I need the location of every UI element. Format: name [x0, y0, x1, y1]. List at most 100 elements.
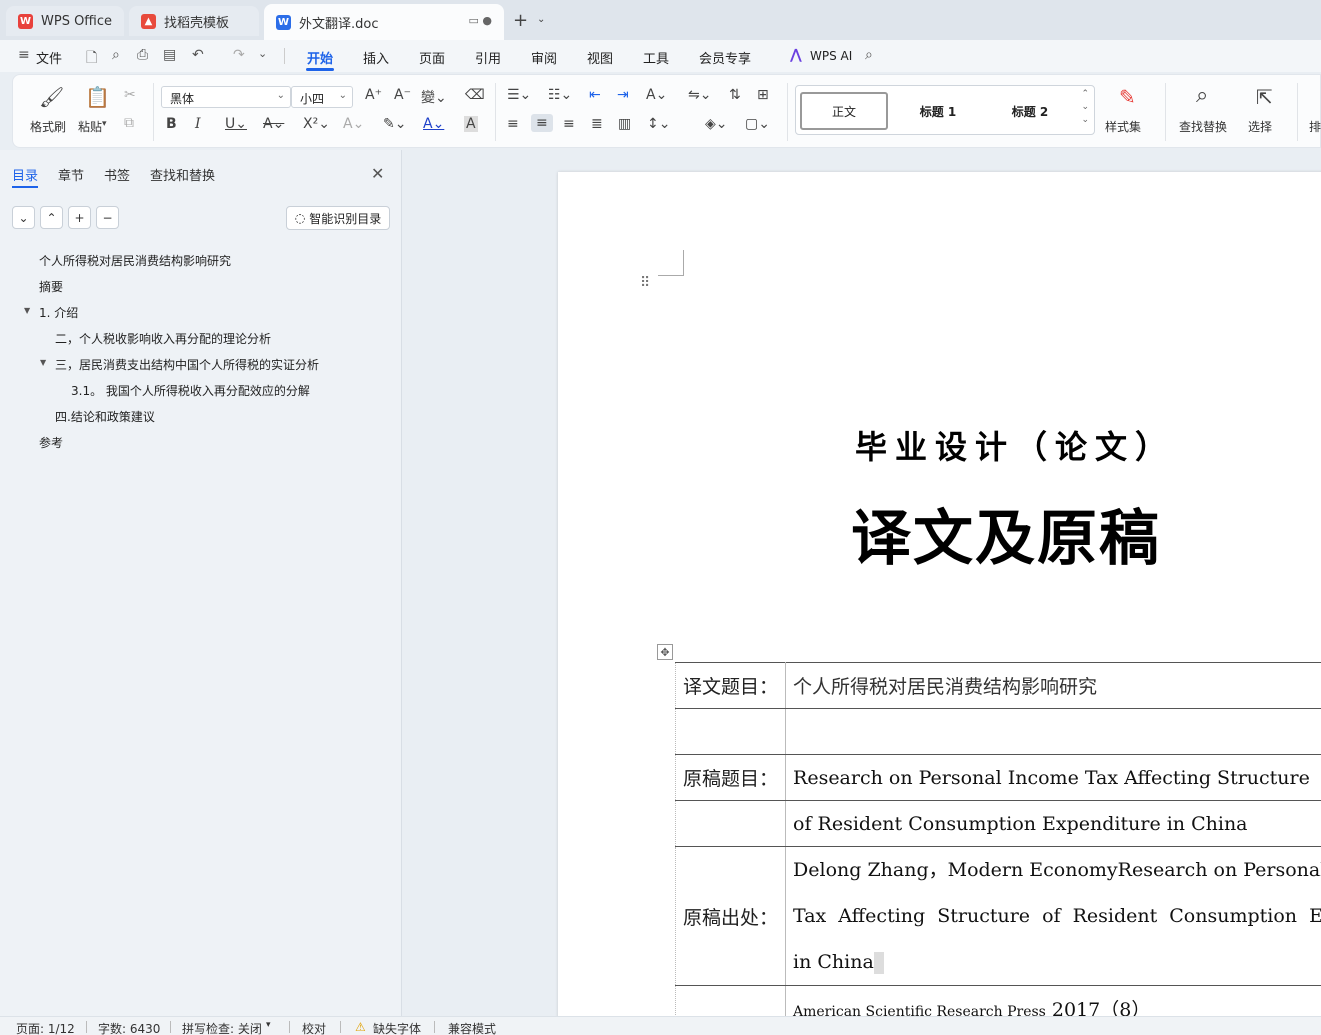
sort-icon[interactable]: ⇅: [729, 87, 741, 103]
format-painter-button[interactable]: 格式刷: [30, 118, 66, 135]
show-marks-icon[interactable]: ⊞: [757, 87, 769, 103]
menu-review[interactable]: 审阅: [531, 48, 557, 67]
font-color-icon[interactable]: A⌄: [423, 116, 444, 132]
chevron-down-icon[interactable]: ▾: [266, 1020, 271, 1030]
gallery-scroll-icon[interactable]: ⌃ ⌄ ⌄: [1081, 88, 1089, 127]
document-page[interactable]: ⠿ 毕业设计（论文） 译文及原稿 ✥ 译文题目： 个人所得税对居民消费结构影响研…: [558, 172, 1321, 1016]
numbered-list-icon[interactable]: ☷⌄: [548, 87, 572, 103]
line-wrap-icon[interactable]: ⇋⌄: [688, 87, 711, 103]
toc-item[interactable]: 二，个人税收影响收入再分配的理论分析: [55, 330, 271, 347]
align-left-icon[interactable]: ≡: [507, 116, 519, 132]
menu-membership[interactable]: 会员专享: [699, 48, 751, 67]
bullet-list-icon[interactable]: ☰⌄: [507, 87, 531, 103]
close-icon[interactable]: ✕: [371, 164, 384, 183]
italic-icon[interactable]: I: [195, 116, 201, 132]
missing-font-button[interactable]: 缺失字体: [373, 1020, 421, 1035]
menu-reference[interactable]: 引用: [475, 48, 501, 67]
chevron-down-icon[interactable]: ⌄: [258, 47, 267, 60]
style-set-button[interactable]: 样式集: [1105, 118, 1141, 135]
chevron-down-icon[interactable]: ▾: [102, 119, 107, 129]
font-name-select[interactable]: 黑体 ⌄: [161, 86, 291, 108]
table-value-cell[interactable]: of Resident Consumption Expenditure in C…: [785, 800, 1321, 847]
paste-button[interactable]: 粘贴: [78, 118, 102, 135]
menu-insert[interactable]: 插入: [363, 48, 389, 67]
decrease-indent-icon[interactable]: ⇤: [589, 87, 601, 103]
word-count[interactable]: 字数: 6430: [98, 1020, 160, 1035]
shading-icon[interactable]: ◈⌄: [705, 116, 728, 132]
page-indicator[interactable]: 页面: 1/12: [16, 1020, 75, 1035]
toc-item[interactable]: ▼ 1. 介绍: [24, 304, 78, 321]
collapse-all-button[interactable]: ⌃: [40, 206, 63, 229]
table-label-cell[interactable]: [674, 985, 787, 1016]
toc-item[interactable]: 摘要: [39, 278, 63, 295]
table-label-cell[interactable]: 原稿出处：: [674, 846, 787, 986]
document-canvas[interactable]: ⠿ 毕业设计（论文） 译文及原稿 ✥ 译文题目： 个人所得税对居民消费结构影响研…: [403, 150, 1321, 1016]
table-label-cell[interactable]: [674, 708, 787, 755]
align-center-icon[interactable]: ≡: [531, 114, 553, 132]
font-size-select[interactable]: 小四 ⌄: [291, 86, 353, 108]
tab-template[interactable]: ▲ 找稻壳模板: [129, 6, 259, 36]
toc-item[interactable]: 参考: [39, 434, 63, 451]
table-label-cell[interactable]: [674, 800, 787, 847]
tab-wps-office[interactable]: W WPS Office: [6, 6, 124, 36]
align-right-icon[interactable]: ≡: [563, 116, 575, 132]
underline-icon[interactable]: U⌄: [225, 116, 247, 132]
style-heading-1[interactable]: 标题 1: [894, 92, 982, 130]
proofread-button[interactable]: 校对: [302, 1020, 326, 1035]
cut-icon[interactable]: ✂: [124, 87, 136, 103]
menu-wps-ai[interactable]: WPS AI: [810, 49, 852, 63]
add-heading-button[interactable]: +: [68, 206, 91, 229]
find-replace-button[interactable]: 查找替换: [1179, 118, 1227, 135]
expand-triangle-icon[interactable]: ▼: [24, 306, 30, 315]
spell-check-toggle[interactable]: 拼写检查: 关闭: [182, 1020, 262, 1035]
toc-item[interactable]: ▼ 三，居民消费支出结构中国个人所得税的实证分析: [40, 356, 319, 373]
chevron-down-icon[interactable]: ⌄: [537, 14, 545, 25]
nav-tab-bookmark[interactable]: 书签: [104, 165, 130, 184]
distribute-icon[interactable]: ▥: [618, 116, 631, 132]
justify-icon[interactable]: ≣: [591, 116, 603, 132]
print-icon[interactable]: ⎙: [137, 47, 148, 63]
toc-item[interactable]: 个人所得税对居民消费结构影响研究: [39, 252, 231, 269]
nav-tab-find-replace[interactable]: 查找和替换: [150, 165, 215, 184]
table-value-cell[interactable]: American Scientific Research Press 2017（…: [785, 985, 1321, 1016]
undo-icon[interactable]: ↶: [192, 47, 204, 63]
line-spacing-icon[interactable]: ↕⌄: [647, 116, 670, 132]
wps-ai-icon[interactable]: ⋀: [790, 47, 802, 63]
style-normal[interactable]: 正文: [800, 92, 888, 130]
tab-document[interactable]: W 外文翻译.doc ▭ ●: [264, 4, 504, 40]
nav-tab-toc[interactable]: 目录: [12, 165, 38, 184]
table-value-cell[interactable]: Delong Zhang，Modern EconomyResearch on P…: [785, 846, 1321, 986]
table-value-cell[interactable]: [785, 708, 1321, 755]
clear-format-icon[interactable]: ⌫: [465, 87, 485, 103]
copy-icon[interactable]: ⧉: [124, 115, 134, 131]
format-icon[interactable]: ⌕: [112, 47, 120, 63]
menu-tools[interactable]: 工具: [643, 48, 669, 67]
menu-page[interactable]: 页面: [419, 48, 445, 67]
char-shading-icon[interactable]: A: [464, 116, 478, 132]
decrease-font-icon[interactable]: A⁻: [394, 87, 411, 103]
strikethrough-icon[interactable]: A⌄: [263, 116, 284, 132]
expand-all-button[interactable]: ⌄: [12, 206, 35, 229]
save-icon[interactable]: 🗋: [86, 47, 97, 71]
redo-icon[interactable]: ↷: [233, 47, 245, 63]
superscript-icon[interactable]: X²⌄: [303, 116, 330, 132]
table-label-cell[interactable]: 原稿题目：: [674, 754, 787, 801]
increase-font-icon[interactable]: A⁺: [365, 87, 382, 103]
highlight-icon[interactable]: ✎⌄: [383, 116, 406, 132]
menu-view[interactable]: 视图: [587, 48, 613, 67]
drag-handle-icon[interactable]: ⠿: [640, 276, 650, 290]
increase-indent-icon[interactable]: ⇥: [617, 87, 629, 103]
select-button[interactable]: 选择: [1248, 118, 1272, 135]
table-label-cell[interactable]: 译文题目：: [674, 662, 787, 709]
smart-toc-button[interactable]: ◌ 智能识别目录: [286, 206, 390, 230]
hamburger-icon[interactable]: ≡: [18, 47, 30, 63]
bold-icon[interactable]: B: [166, 116, 177, 132]
table-value-cell[interactable]: 个人所得税对居民消费结构影响研究: [785, 662, 1321, 709]
search-icon[interactable]: ⌕: [865, 47, 873, 63]
print-preview-icon[interactable]: ▤: [163, 47, 176, 63]
text-direction-icon[interactable]: A⌄: [646, 87, 667, 103]
style-heading-2[interactable]: 标题 2: [986, 92, 1074, 130]
text-effect-icon[interactable]: A⌄: [343, 116, 364, 132]
table-move-handle-icon[interactable]: ✥: [657, 644, 673, 660]
tab-pin-icon[interactable]: ▭ ●: [469, 14, 493, 27]
